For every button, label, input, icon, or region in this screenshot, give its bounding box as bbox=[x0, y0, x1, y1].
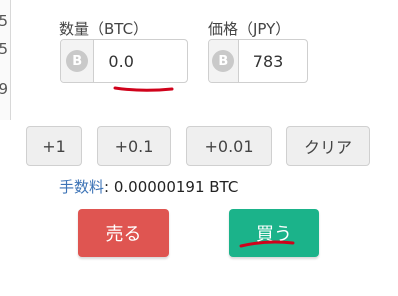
quantity-input[interactable] bbox=[94, 40, 187, 82]
clear-button[interactable]: クリア bbox=[286, 126, 370, 166]
annotation-underline bbox=[113, 86, 174, 92]
plus-point-one-button[interactable]: +0.1 bbox=[97, 126, 171, 166]
left-panel-value: 5 bbox=[0, 40, 8, 58]
left-panel-value: 9 bbox=[0, 80, 8, 98]
price-field: B bbox=[208, 39, 308, 83]
bitcoin-icon: B bbox=[66, 50, 89, 72]
sell-button[interactable]: 売る bbox=[78, 209, 169, 257]
annotation-underline bbox=[239, 240, 295, 248]
plus-one-button[interactable]: +1 bbox=[26, 126, 82, 166]
quantity-addon: B bbox=[61, 40, 95, 82]
quantity-label: 数量（BTC） bbox=[59, 20, 149, 38]
bitcoin-icon: B bbox=[212, 50, 235, 72]
quantity-field: B bbox=[60, 39, 188, 83]
price-label: 価格（JPY） bbox=[208, 20, 291, 38]
price-input[interactable] bbox=[238, 40, 307, 82]
price-addon: B bbox=[209, 40, 239, 82]
fee-line: 手数料: 0.00000191 BTC bbox=[59, 176, 238, 197]
fee-label: 手数料 bbox=[59, 178, 105, 196]
plus-point-zero-one-button[interactable]: +0.01 bbox=[186, 126, 272, 166]
fee-value: : 0.00000191 BTC bbox=[104, 178, 239, 196]
left-side-panel: 5 5 9 bbox=[0, 0, 11, 120]
left-panel-value: 5 bbox=[0, 12, 8, 30]
